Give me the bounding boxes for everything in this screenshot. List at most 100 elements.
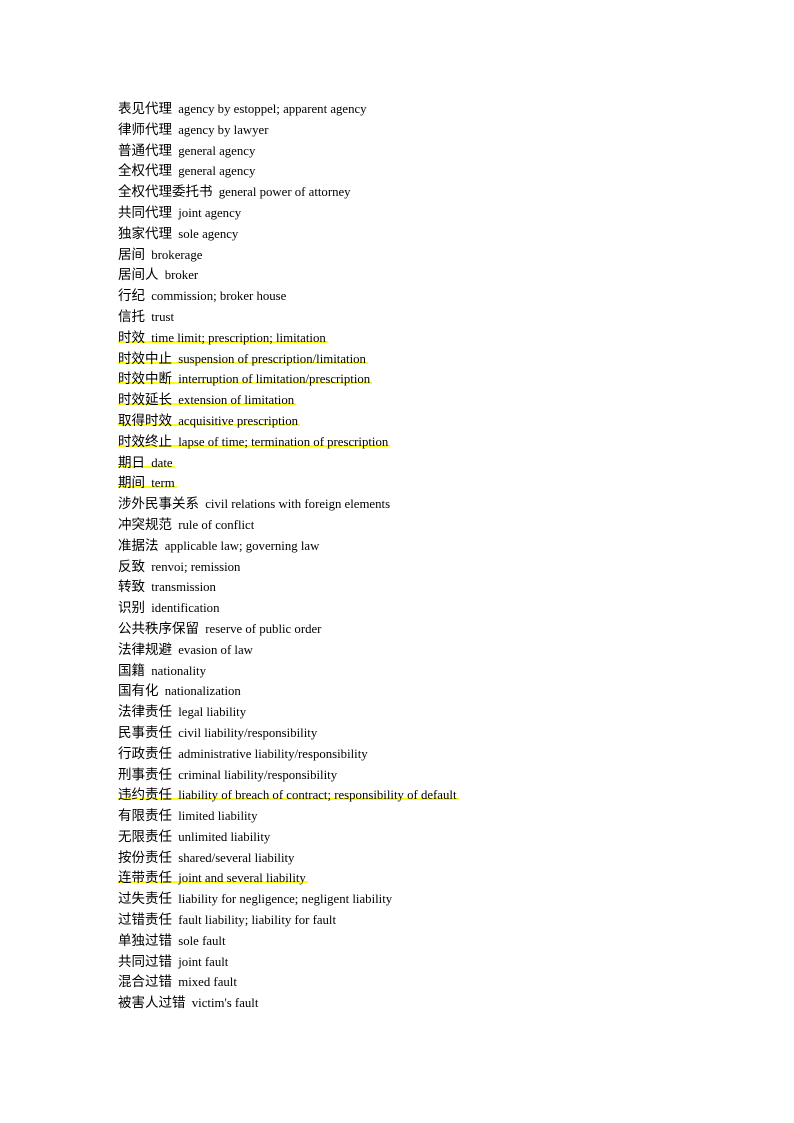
glossary-entry-content: 律师代理 agency by lawyer [118,122,271,138]
glossary-entry-content: 民事责任 civil liability/responsibility [118,725,319,741]
glossary-term: 信托 [118,308,145,325]
glossary-definition: civil liability/responsibility [178,725,318,740]
glossary-term: 国有化 [118,683,159,700]
glossary-definition: general agency [178,143,256,158]
glossary-definition: mixed fault [178,975,237,990]
glossary-term: 准据法 [118,537,159,554]
glossary-entry-content: 单独过错 sole fault [118,933,228,949]
glossary-definition: fault liability; liability for fault [178,913,337,928]
glossary-term: 无限责任 [118,828,172,845]
glossary-entry-content: 法律规避 evasion of law [118,642,255,658]
glossary-entry: 被害人过错 victim's fault [118,993,794,1014]
glossary-term: 律师代理 [118,121,172,138]
glossary-entry: 时效终止 lapse of time; termination of presc… [118,432,794,453]
glossary-term: 民事责任 [118,724,172,741]
glossary-entry: 单独过错 sole fault [118,931,794,952]
glossary-term: 混合过错 [118,974,172,991]
glossary-definition: interruption of limitation/prescription [178,372,371,387]
glossary-entry-content: 过失责任 liability for negligence; negligent… [118,891,394,907]
glossary-term: 反致 [118,558,145,575]
glossary-term: 普通代理 [118,142,172,159]
glossary-entry: 信托 trust [118,307,794,328]
glossary-entry-content: 普通代理 general agency [118,143,257,159]
glossary-entry: 法律责任 legal liability [118,702,794,723]
glossary-term: 共同过错 [118,953,172,970]
glossary-entry: 无限责任 unlimited liability [118,827,794,848]
glossary-entry: 反致 renvoi; remission [118,557,794,578]
glossary-entry: 期日 date [118,453,794,474]
glossary-entry-content: 行纪 commission; broker house [118,288,288,304]
glossary-definition: limited liability [178,809,258,824]
glossary-definition: nationality [151,663,206,678]
glossary-definition: time limit; prescription; limitation [151,330,326,345]
glossary-entry-content: 过错责任 fault liability; liability for faul… [118,912,338,928]
glossary-entry-content: 准据法 applicable law; governing law [118,538,321,554]
glossary-term: 独家代理 [118,225,172,242]
glossary-entry-content: 国籍 nationality [118,663,208,679]
glossary-entry-content: 行政责任 administrative liability/responsibi… [118,746,370,762]
glossary-term: 行纪 [118,288,145,305]
glossary-definition: administrative liability/responsibility [178,746,368,761]
glossary-term: 时效延长 [118,392,172,409]
glossary-entry: 时效中止 suspension of prescription/limitati… [118,349,794,370]
glossary-entry: 识别 identification [118,598,794,619]
glossary-term: 公共秩序保留 [118,620,199,637]
glossary-definition: general power of attorney [218,185,351,200]
glossary-term: 法律规避 [118,641,172,658]
glossary-entry: 独家代理 sole agency [118,224,794,245]
glossary-definition: brokerage [151,247,203,262]
glossary-entry: 时效延长 extension of limitation [118,390,794,411]
glossary-entry-content: 时效终止 lapse of time; termination of presc… [118,434,391,450]
glossary-entry-content: 共同过错 joint fault [118,954,230,970]
glossary-entry-content: 连带责任 joint and several liability [118,870,308,886]
glossary-term: 全权代理委托书 [118,184,213,201]
glossary-entry: 时效中断 interruption of limitation/prescrip… [118,369,794,390]
glossary-definition: liability of breach of contract; respons… [178,788,457,803]
glossary-entry: 有限责任 limited liability [118,806,794,827]
glossary-entry: 连带责任 joint and several liability [118,868,794,889]
glossary-entry-content: 时效延长 extension of limitation [118,392,297,408]
glossary-entry: 国有化 nationalization [118,681,794,702]
glossary-definition: joint and several liability [178,871,306,886]
glossary-entry-content: 被害人过错 victim's fault [118,995,260,1011]
glossary-entry-content: 刑事责任 criminal liability/responsibility [118,767,339,783]
glossary-entry: 共同代理 joint agency [118,203,794,224]
glossary-entry: 律师代理 agency by lawyer [118,120,794,141]
glossary-entry-content: 表见代理 agency by estoppel; apparent agency [118,101,369,117]
glossary-definition: agency by lawyer [178,122,269,137]
glossary-entry-content: 法律责任 legal liability [118,704,248,720]
glossary-entry: 全权代理 general agency [118,161,794,182]
glossary-entry: 法律规避 evasion of law [118,640,794,661]
glossary-entry: 刑事责任 criminal liability/responsibility [118,765,794,786]
glossary-definition: term [151,476,175,491]
glossary-entry-content: 有限责任 limited liability [118,808,260,824]
glossary-entry-content: 期间 term [118,475,177,491]
glossary-definition: liability for negligence; negligent liab… [178,892,393,907]
glossary-entry-content: 时效中断 interruption of limitation/prescrip… [118,371,373,387]
glossary-term: 被害人过错 [118,995,186,1012]
glossary-entry: 表见代理 agency by estoppel; apparent agency [118,99,794,120]
glossary-entry-content: 居间 brokerage [118,247,204,263]
glossary-term: 全权代理 [118,163,172,180]
glossary-definition: trust [151,309,175,324]
glossary-term: 法律责任 [118,704,172,721]
glossary-term: 有限责任 [118,808,172,825]
glossary-term: 共同代理 [118,204,172,221]
glossary-term: 居间 [118,246,145,263]
glossary-entry-content: 按份责任 shared/several liability [118,850,296,866]
glossary-entry-content: 时效 time limit; prescription; limitation [118,330,328,346]
glossary-term: 表见代理 [118,101,172,117]
glossary-entry: 行纪 commission; broker house [118,286,794,307]
glossary-entry: 共同过错 joint fault [118,952,794,973]
glossary-entry-content: 违约责任 liability of breach of contract; re… [118,787,459,803]
glossary-entry: 过错责任 fault liability; liability for faul… [118,910,794,931]
glossary-entry-content: 独家代理 sole agency [118,226,240,242]
glossary-definition: agency by estoppel; apparent agency [178,102,367,116]
glossary-entry: 时效 time limit; prescription; limitation [118,328,794,349]
glossary-entry: 居间 brokerage [118,245,794,266]
glossary-entry: 居间人 broker [118,265,794,286]
glossary-term: 违约责任 [118,787,172,804]
glossary-entry-content: 涉外民事关系 civil relations with foreign elem… [118,496,392,512]
glossary-definition: legal liability [178,705,247,720]
glossary-term: 单独过错 [118,932,172,949]
